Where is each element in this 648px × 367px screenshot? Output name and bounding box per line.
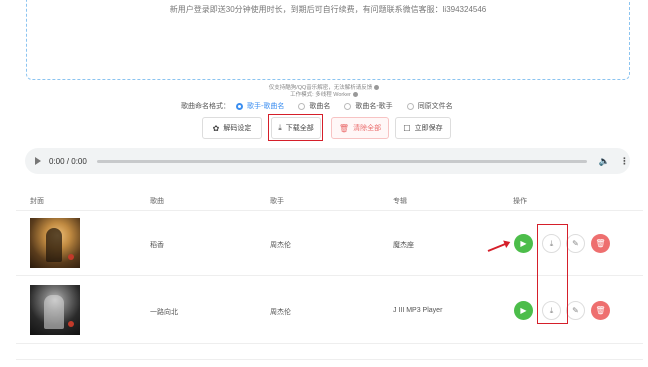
song-title: 一路向北: [150, 309, 178, 316]
trash-icon: 🗑: [595, 239, 606, 248]
help-icon[interactable]: [374, 85, 380, 91]
checkbox-icon: ☐: [403, 123, 411, 133]
annotation-box-download-all: [268, 114, 323, 141]
song-album: 魔杰座: [393, 242, 414, 249]
song-album: J III MP3 Player: [393, 307, 443, 314]
trash-icon: 🗑: [595, 306, 606, 315]
header-artist: 歌手: [270, 198, 284, 205]
more-vertical-icon[interactable]: ⋮: [620, 156, 629, 167]
play-button[interactable]: ▶: [514, 301, 533, 320]
table-header: 封面 歌曲 歌手 专辑 操作: [16, 187, 643, 211]
worker-note-text: 工作模式: 多线程 Worker: [290, 92, 351, 98]
edit-button[interactable]: ✎: [566, 301, 585, 320]
volume-icon[interactable]: 🔈: [599, 156, 610, 167]
header-cover: 封面: [30, 198, 44, 205]
audio-player[interactable]: 0:00 / 0:00 🔈 ⋮: [25, 148, 630, 174]
album-cover: [30, 218, 80, 268]
radio-artist-title[interactable]: 歌手-歌曲名: [236, 101, 284, 111]
delete-button[interactable]: 🗑: [591, 301, 610, 320]
support-note: 仅支持酷狗/QQ音乐解密，无法解析请反馈: [0, 85, 648, 92]
naming-format-label: 歌曲命名格式：: [181, 103, 230, 110]
page: 新用户登录即送30分钟使用时长，到期后可自行续费，有问题联系微信客服：li394…: [0, 0, 648, 367]
worker-note: 工作模式: 多线程 Worker: [0, 92, 648, 99]
instant-save-button[interactable]: ☐ 立即保存: [395, 117, 451, 139]
play-icon: ▶: [520, 306, 527, 315]
song-artist: 周杰伦: [270, 309, 291, 316]
file-drop-zone[interactable]: 新用户登录即送30分钟使用时长，到期后可自行续费，有问题联系微信客服：li394…: [26, 0, 630, 80]
radio-title[interactable]: 歌曲名: [298, 101, 330, 111]
pencil-icon: ✎: [572, 306, 579, 315]
progress-track[interactable]: [96, 159, 587, 163]
notice-text: 新用户登录即送30分钟使用时长，到期后可自行续费，有问题联系微信客服：li394…: [169, 5, 487, 14]
edit-button[interactable]: ✎: [566, 234, 585, 253]
pencil-icon: ✎: [572, 239, 579, 248]
header-actions: 操作: [513, 198, 527, 205]
trash-icon: 🗑: [338, 123, 350, 133]
annotation-box-download-buttons: [537, 224, 568, 324]
player-time: 0:00 / 0:00: [49, 156, 87, 166]
album-cover: [30, 285, 80, 335]
song-title: 稻香: [150, 242, 164, 249]
play-icon[interactable]: [35, 157, 41, 165]
radio-original-name[interactable]: 同原文件名: [406, 101, 453, 111]
song-artist: 周杰伦: [270, 242, 291, 249]
header-title: 歌曲: [150, 198, 164, 205]
naming-format-row: 歌曲命名格式： 歌手-歌曲名 歌曲名 歌曲名-歌手 同原文件名: [181, 100, 467, 112]
clear-all-button[interactable]: 🗑 清除全部: [331, 117, 389, 139]
settings-button[interactable]: ✿ 解码设定: [202, 117, 262, 139]
play-icon: ▶: [520, 239, 527, 248]
delete-button[interactable]: 🗑: [591, 234, 610, 253]
header-album: 专辑: [393, 198, 407, 205]
help-icon[interactable]: [352, 92, 358, 98]
radio-title-artist[interactable]: 歌曲名-歌手: [344, 101, 393, 111]
support-note-text: 仅支持酷狗/QQ音乐解密，无法解析请反馈: [268, 85, 373, 91]
play-button[interactable]: ▶: [514, 234, 533, 253]
gear-icon: ✿: [212, 123, 220, 133]
